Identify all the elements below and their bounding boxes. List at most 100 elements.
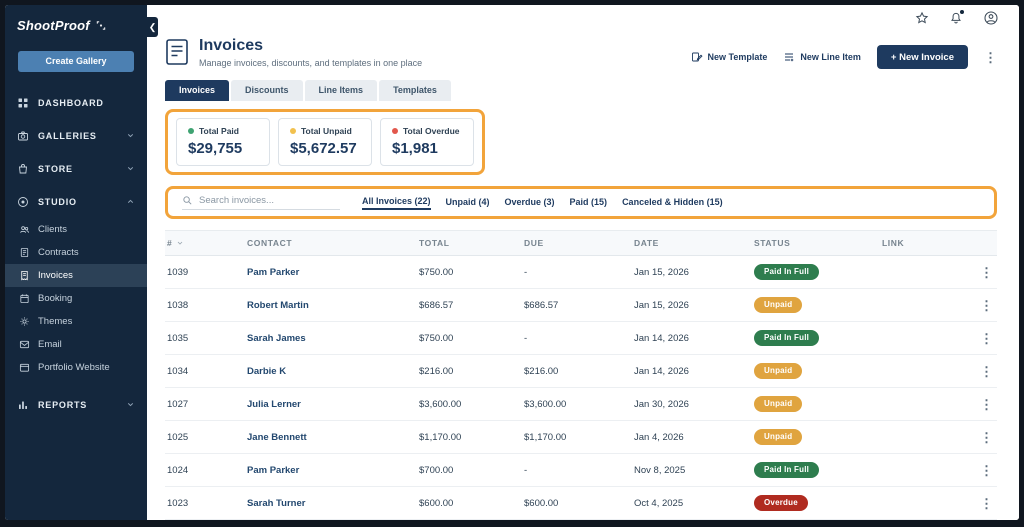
contact-link[interactable]: Jane Bennett	[245, 432, 417, 443]
invoice-date: Jan 15, 2026	[634, 299, 689, 311]
sidebar-item-contracts[interactable]: Contracts	[5, 241, 147, 264]
sidebar-item-clients[interactable]: Clients	[5, 218, 147, 241]
status-badge: Paid In Full	[754, 330, 820, 346]
row-menu-button[interactable]: ⋮	[978, 332, 997, 345]
contact-link[interactable]: Sarah James	[245, 333, 417, 344]
invoice-due: -	[524, 464, 528, 476]
contact-link[interactable]: Pam Parker	[245, 465, 417, 476]
stat-card-total-overdue: Total Overdue $1,981	[380, 118, 474, 166]
notification-dot	[960, 10, 964, 14]
app-window: ShootProof Create Gallery DASHBOARD GALL…	[5, 5, 1019, 520]
row-menu-button[interactable]: ⋮	[978, 497, 997, 510]
page-subtitle: Manage invoices, discounts, and template…	[199, 58, 423, 68]
page-title: Invoices	[199, 37, 264, 54]
column-header-number[interactable]: #	[165, 238, 245, 248]
tab-discounts[interactable]: Discounts	[231, 80, 303, 101]
sidebar-item-booking[interactable]: Booking	[5, 287, 147, 310]
invoice-due: $3,600.00	[524, 398, 567, 410]
invoice-due: -	[524, 266, 528, 278]
search-input[interactable]	[199, 195, 319, 206]
sidebar-item-invoices[interactable]: Invoices	[5, 264, 147, 287]
row-menu-button[interactable]: ⋮	[978, 464, 997, 477]
filter-link[interactable]: Canceled & Hidden (15)	[622, 197, 723, 209]
tab-invoices[interactable]: Invoices	[165, 80, 230, 101]
invoice-date: Jan 4, 2026	[634, 431, 684, 443]
column-header-due: DUE	[524, 238, 544, 248]
status-badge: Unpaid	[754, 396, 803, 412]
contract-icon	[19, 247, 30, 258]
chevron-down-icon	[126, 131, 135, 140]
contact-link[interactable]: Sarah Turner	[245, 498, 417, 509]
bell-icon[interactable]	[949, 10, 964, 25]
contact-link[interactable]: Darbie K	[245, 366, 417, 377]
stat-card-total-paid: Total Paid $29,755	[176, 118, 270, 166]
invoice-number: 1039	[167, 266, 189, 278]
row-menu-button[interactable]: ⋮	[978, 365, 997, 378]
content-area: Invoices Manage invoices, discounts, and…	[147, 31, 1019, 520]
new-invoice-button[interactable]: + New Invoice	[876, 45, 968, 69]
row-menu-button[interactable]: ⋮	[978, 398, 997, 411]
header-menu-button[interactable]: ⋮	[984, 51, 997, 64]
search-icon	[182, 195, 193, 206]
new-template-button[interactable]: New Template	[691, 51, 767, 63]
invoice-number: 1027	[167, 398, 189, 410]
sidebar-item-label: Portfolio Website	[38, 362, 110, 373]
tab-line-items[interactable]: Line Items	[304, 80, 378, 101]
column-header-contact: CONTACT	[247, 238, 293, 248]
chevron-up-icon	[126, 197, 135, 206]
sidebar-item-galleries[interactable]: GALLERIES	[5, 119, 147, 152]
filter-link[interactable]: Paid (15)	[570, 197, 608, 209]
invoice-due: $1,170.00	[524, 431, 567, 443]
invoice-number: 1038	[167, 299, 189, 311]
sidebar-item-label: GALLERIES	[38, 130, 97, 141]
sidebar-item-reports[interactable]: REPORTS	[5, 388, 147, 421]
sidebar-item-dashboard[interactable]: DASHBOARD	[5, 86, 147, 119]
screenshot-frame: ShootProof Create Gallery DASHBOARD GALL…	[0, 0, 1024, 527]
sun-icon	[19, 316, 30, 327]
account-icon[interactable]	[983, 10, 999, 26]
invoice-total: $750.00	[419, 332, 454, 344]
filter-link[interactable]: All Invoices (22)	[362, 196, 431, 210]
list-lines-icon	[783, 51, 795, 63]
row-menu-button[interactable]: ⋮	[978, 431, 997, 444]
invoice-total: $750.00	[419, 266, 454, 278]
table-body: 1039 Pam Parker $750.00 - Jan 15, 2026 P…	[165, 256, 997, 520]
tab-templates[interactable]: Templates	[379, 80, 451, 101]
invoice-due: $686.57	[524, 299, 559, 311]
aperture-icon	[17, 196, 29, 208]
table-row: 1025 Jane Bennett $1,170.00 $1,170.00 Ja…	[165, 421, 997, 454]
new-line-item-button[interactable]: New Line Item	[783, 51, 861, 63]
contact-link[interactable]: Pam Parker	[245, 267, 417, 278]
status-badge: Paid In Full	[754, 462, 820, 478]
column-header-link: LINK	[882, 238, 905, 248]
row-menu-button[interactable]: ⋮	[978, 266, 997, 279]
sidebar-item-email[interactable]: Email	[5, 333, 147, 356]
invoice-total: $216.00	[419, 365, 454, 377]
row-menu-button[interactable]: ⋮	[978, 299, 997, 312]
invoice-number: 1025	[167, 431, 189, 443]
new-line-item-label: New Line Item	[800, 52, 861, 62]
sidebar-item-label: Clients	[38, 224, 68, 235]
contact-link[interactable]: Robert Martin	[245, 300, 417, 311]
main-panel: ❮ Invoices Manage invoices, discounts, a…	[147, 5, 1019, 520]
filter-link[interactable]: Unpaid (4)	[446, 197, 490, 209]
invoice-page-icon	[165, 38, 189, 71]
paid-dot-icon	[188, 128, 194, 134]
header-actions: New Template New Line Item + New Invoice…	[691, 37, 997, 69]
sidebar-item-themes[interactable]: Themes	[5, 310, 147, 333]
sidebar-item-store[interactable]: STORE	[5, 152, 147, 185]
page-header: Invoices Manage invoices, discounts, and…	[165, 37, 997, 71]
create-gallery-button[interactable]: Create Gallery	[18, 51, 134, 72]
sidebar-item-studio[interactable]: STUDIO	[5, 185, 147, 218]
stat-label: Total Paid	[199, 126, 239, 136]
chevron-down-icon	[126, 164, 135, 173]
contact-link[interactable]: Julia Lerner	[245, 399, 417, 410]
star-icon[interactable]	[915, 11, 929, 25]
sidebar-collapse-button[interactable]: ❮	[147, 17, 158, 37]
sidebar-item-portfolio-website[interactable]: Portfolio Website	[5, 356, 147, 379]
sidebar-item-label: REPORTS	[38, 399, 88, 410]
stats-highlight-box: Total Paid $29,755 Total Unpaid $5,672.5…	[165, 109, 485, 175]
invoice-due: $216.00	[524, 365, 559, 377]
filter-link[interactable]: Overdue (3)	[505, 197, 555, 209]
camera-bracket-icon	[95, 20, 107, 31]
